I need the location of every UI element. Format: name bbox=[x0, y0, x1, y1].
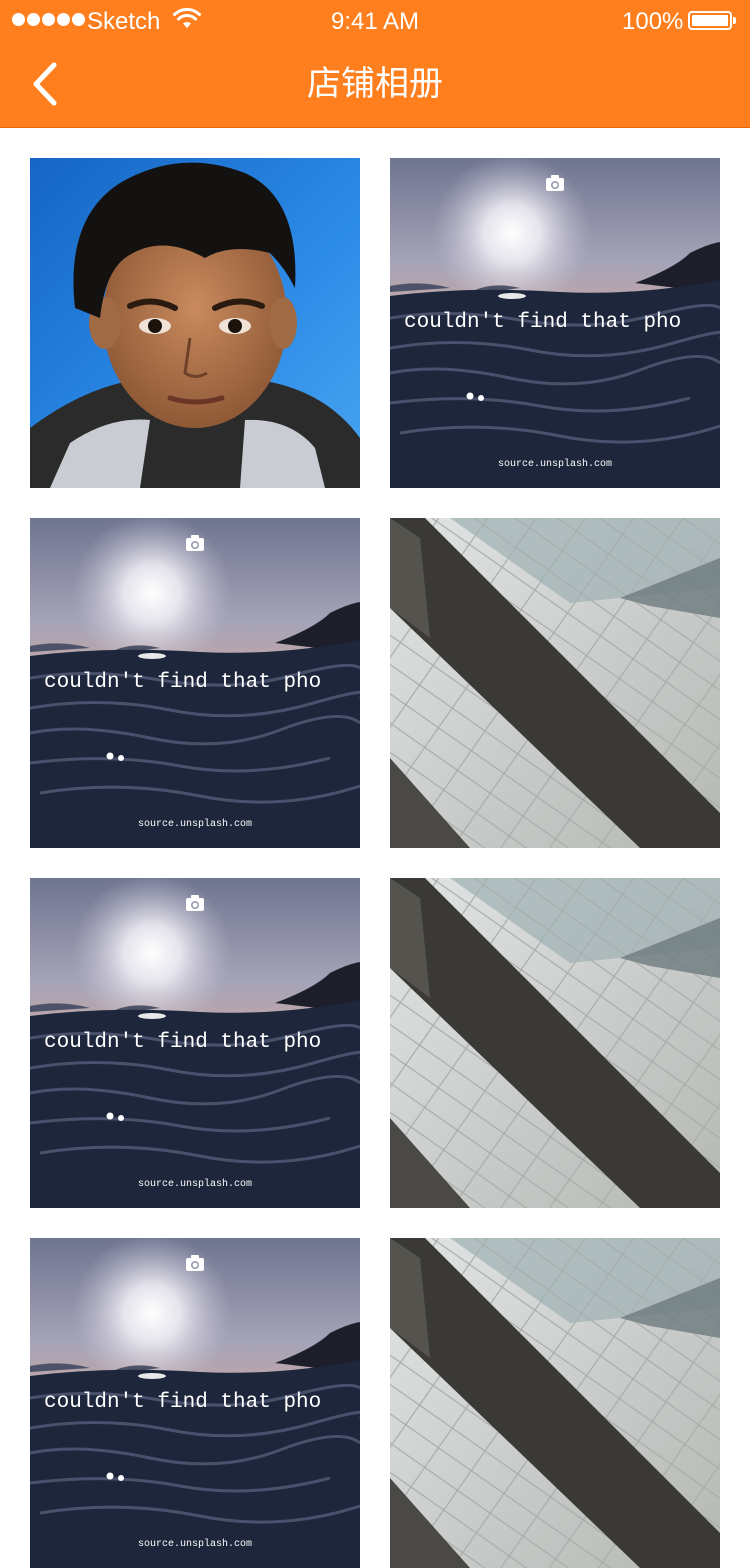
album-photo-architecture[interactable] bbox=[390, 1238, 720, 1568]
album-photo-architecture[interactable] bbox=[390, 878, 720, 1208]
placeholder-source: source.unsplash.com bbox=[138, 818, 252, 830]
album-photo-placeholder[interactable]: couldn't find that pho source.unsplash.co… bbox=[30, 878, 360, 1208]
album-photo-placeholder[interactable]: couldn't find that pho source.unsplash.co… bbox=[390, 158, 720, 488]
placeholder-message: couldn't find that pho bbox=[44, 1031, 321, 1054]
placeholder-source: source.unsplash.com bbox=[498, 458, 612, 470]
placeholder-image: couldn't find that pho source.unsplash.co… bbox=[390, 158, 720, 488]
placeholder-source: source.unsplash.com bbox=[138, 1178, 252, 1190]
battery-tip bbox=[733, 17, 736, 24]
album-photo-placeholder[interactable]: couldn't find that pho source.unsplash.co… bbox=[30, 1238, 360, 1568]
placeholder-source: source.unsplash.com bbox=[138, 1538, 252, 1550]
album-photo-placeholder[interactable]: couldn't find that pho source.unsplash.co… bbox=[30, 518, 360, 848]
placeholder-message: couldn't find that pho bbox=[44, 671, 321, 694]
app-header: Sketch 9:41 AM 100% 店铺相册 bbox=[0, 0, 750, 128]
placeholder-image: couldn't find that pho source.unsplash.co… bbox=[30, 1238, 360, 1568]
architecture-image bbox=[390, 878, 720, 1208]
back-button[interactable] bbox=[14, 40, 94, 128]
placeholder-message: couldn't find that pho bbox=[404, 311, 681, 334]
album-photo-architecture[interactable] bbox=[390, 518, 720, 848]
placeholder-image: couldn't find that pho source.unsplash.co… bbox=[30, 878, 360, 1208]
navigation-bar: 店铺相册 bbox=[0, 40, 750, 128]
placeholder-message: couldn't find that pho bbox=[44, 1391, 321, 1414]
portrait-image bbox=[30, 158, 360, 488]
battery-icon bbox=[688, 11, 732, 30]
architecture-image bbox=[390, 1238, 720, 1568]
placeholder-image: couldn't find that pho source.unsplash.co… bbox=[30, 518, 360, 848]
status-bar: Sketch 9:41 AM 100% bbox=[0, 0, 750, 40]
album-photo-portrait[interactable] bbox=[30, 158, 360, 488]
architecture-image bbox=[390, 518, 720, 848]
chevron-left-icon bbox=[33, 62, 57, 106]
page-title: 店铺相册 bbox=[307, 64, 443, 104]
battery-percentage: 100% bbox=[622, 8, 684, 35]
